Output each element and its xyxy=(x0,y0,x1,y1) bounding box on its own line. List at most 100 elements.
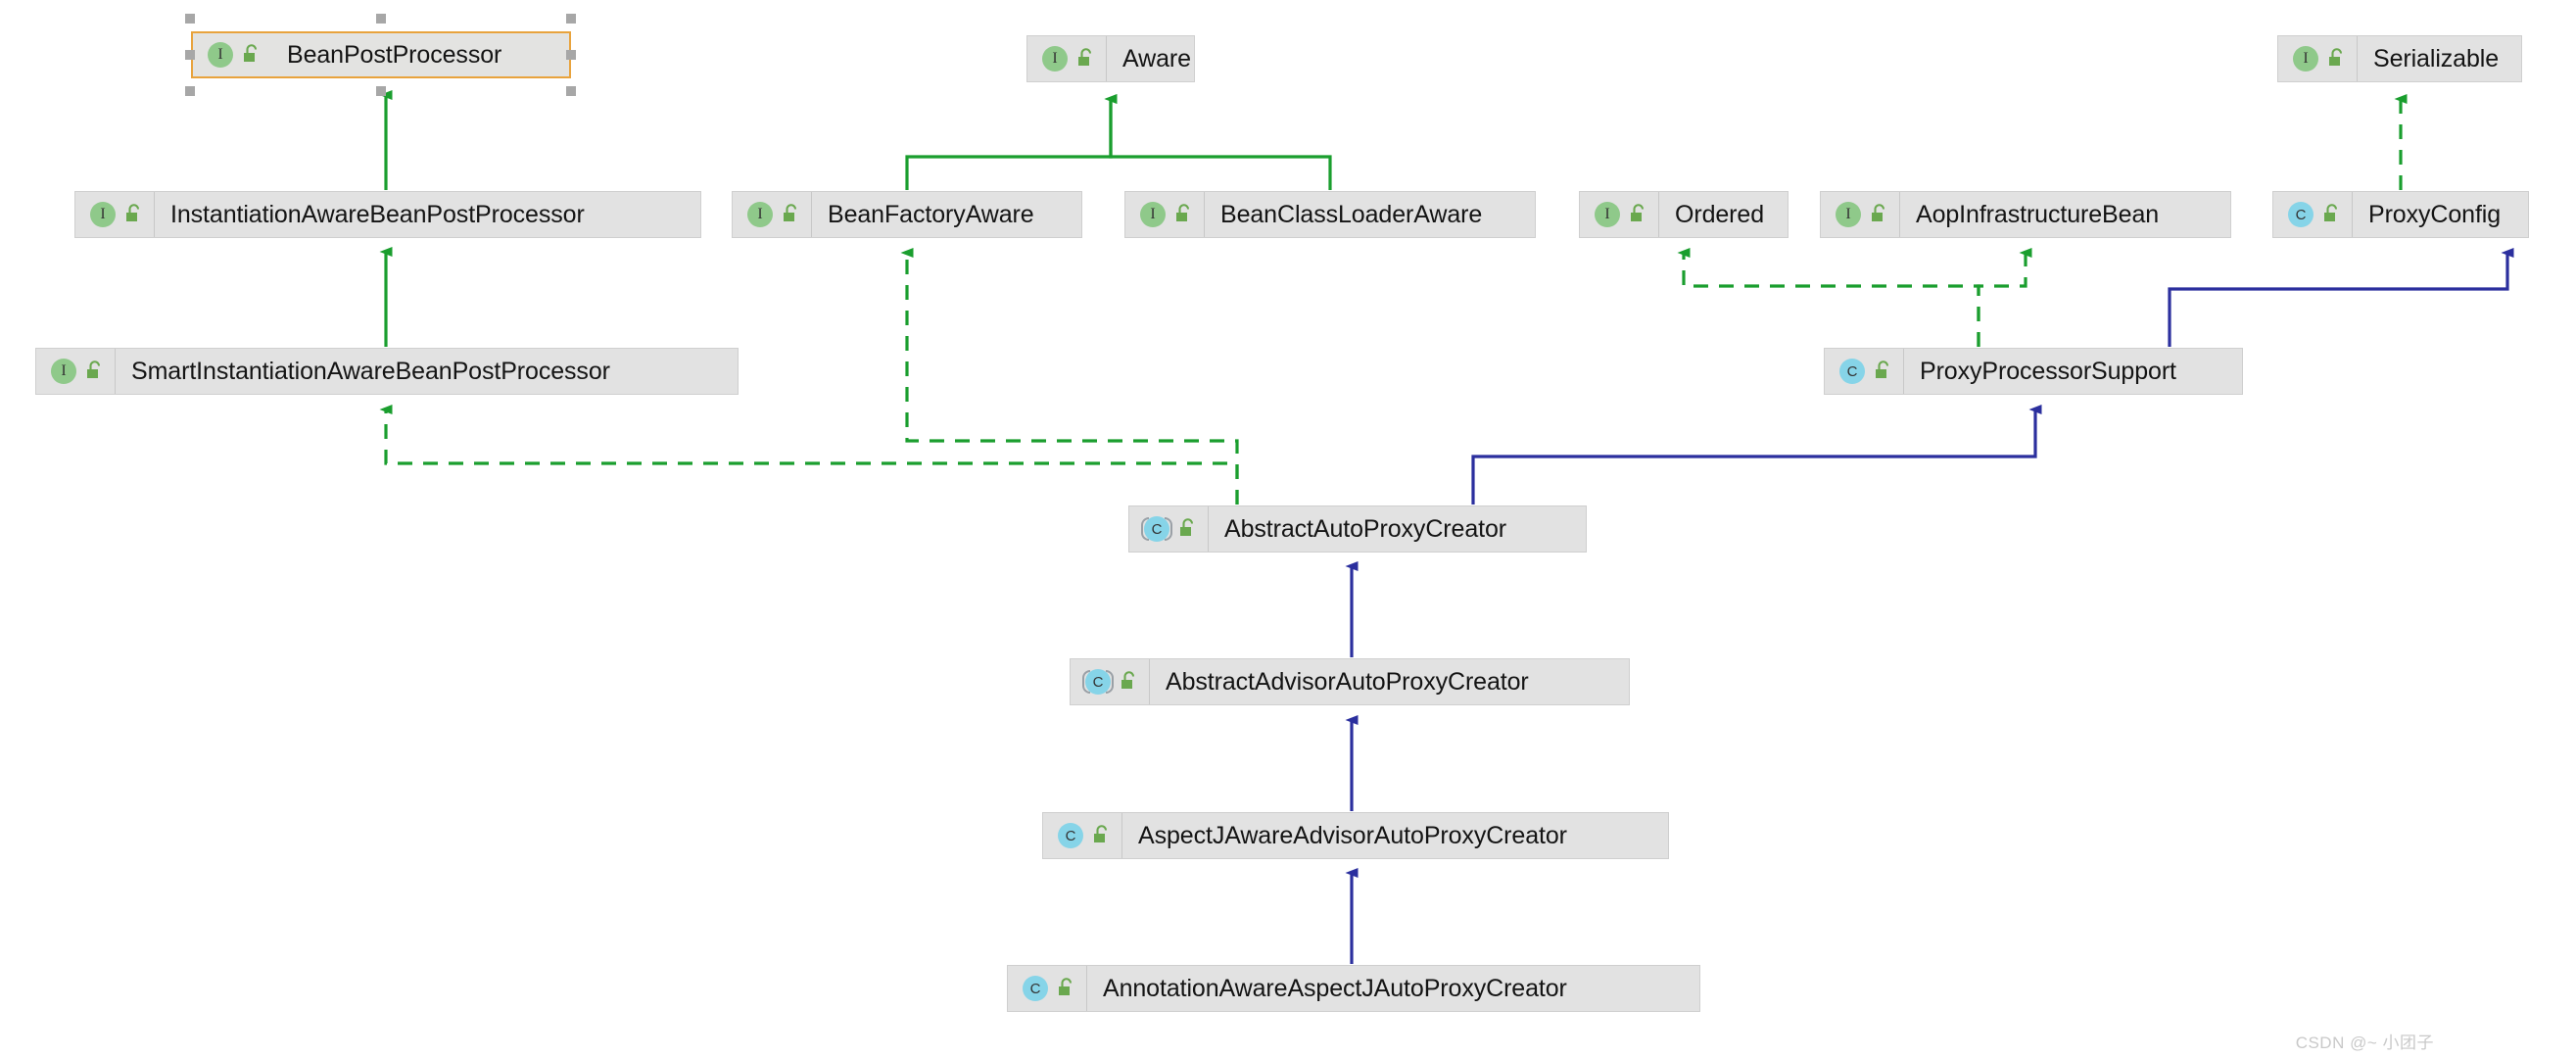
node-icon-group: C xyxy=(2273,192,2353,237)
interface-marker: I xyxy=(208,42,233,68)
unlock-icon xyxy=(1180,518,1194,536)
class-node-serializable[interactable]: I Serializable xyxy=(2277,35,2522,82)
interface-marker: I xyxy=(1836,202,1861,227)
class-node-label: Serializable xyxy=(2373,44,2500,72)
class-diagram-canvas[interactable]: I BeanPostProcessor I Aware I Serializab… xyxy=(0,0,2576,1058)
class-node-proxyprocessorsupport[interactable]: C ProxyProcessorSupport xyxy=(1824,348,2243,395)
unlock-icon xyxy=(1094,825,1108,842)
unlock-icon xyxy=(1176,204,1190,221)
selection-handle-sw[interactable] xyxy=(185,86,195,96)
node-icon-group: C xyxy=(1008,966,1087,1011)
class-node-aware[interactable]: I Aware xyxy=(1026,35,1195,82)
unlock-icon xyxy=(1631,204,1645,221)
class-node-label: BeanFactoryAware xyxy=(828,200,1034,228)
edge-proxyprocessorsupport-to-proxyconfig xyxy=(2168,248,2514,347)
class-node-annotationawareaspectjautoproxycreator[interactable]: C AnnotationAwareAspectJAutoProxyCreator xyxy=(1007,965,1700,1012)
interface-marker: I xyxy=(1595,202,1620,227)
selection-handle-se[interactable] xyxy=(566,86,576,96)
interface-icon: I xyxy=(2289,45,2322,72)
edge-proxyprocessorsupport-to-aopinfrastructurebean xyxy=(1977,248,2032,347)
class-node-label: SmartInstantiationAwareBeanPostProcessor xyxy=(131,357,610,385)
selection-handle-e[interactable] xyxy=(566,50,576,60)
unlock-icon xyxy=(1078,48,1092,66)
edge-abstractautoproxycreator-to-proxyprocessorsupport xyxy=(1471,405,2042,505)
class-marker: C xyxy=(1085,669,1111,695)
class-node-label: AbstractAutoProxyCreator xyxy=(1224,514,1506,543)
class-marker: C xyxy=(1839,359,1865,384)
class-node-beanclassloaderaware[interactable]: I BeanClassLoaderAware xyxy=(1124,191,1536,238)
class-node-aspectjawareadvisorautoproxycreator[interactable]: C AspectJAwareAdvisorAutoProxyCreator xyxy=(1042,812,1669,859)
unlock-icon xyxy=(1059,978,1073,995)
class-node-label: AnnotationAwareAspectJAutoProxyCreator xyxy=(1103,974,1567,1002)
class-node-abstractautoproxycreator[interactable]: C AbstractAutoProxyCreator xyxy=(1128,505,1587,553)
unlock-icon xyxy=(2329,48,2343,66)
selection-handle-w[interactable] xyxy=(185,50,195,60)
class-node-label: InstantiationAwareBeanPostProcessor xyxy=(170,200,585,228)
node-icon-group: I xyxy=(193,33,271,76)
class-node-abstractadvisorautoproxycreator[interactable]: C AbstractAdvisorAutoProxyCreator xyxy=(1070,658,1630,705)
abstract-class-icon: C xyxy=(1081,668,1115,696)
node-icon-group: C xyxy=(1043,813,1122,858)
unlock-icon xyxy=(1872,204,1885,221)
selection-handle-s[interactable] xyxy=(376,86,386,96)
interface-icon: I xyxy=(743,201,777,228)
class-node-ordered[interactable]: I Ordered xyxy=(1579,191,1789,238)
node-icon-group: I xyxy=(1125,192,1205,237)
class-node-label: AspectJAwareAdvisorAutoProxyCreator xyxy=(1138,821,1567,849)
watermark: CSDN @~ 小团子 xyxy=(2295,1034,2434,1052)
interface-icon: I xyxy=(86,201,119,228)
interface-icon: I xyxy=(1832,201,1865,228)
unlock-icon xyxy=(87,361,101,378)
node-icon-group: C xyxy=(1071,659,1150,704)
interface-icon: I xyxy=(204,41,237,69)
unlock-icon xyxy=(784,204,797,221)
edge-abstractautoproxycreator-to-smartinstantiationaware xyxy=(379,405,1239,505)
selection-handle-nw[interactable] xyxy=(185,14,195,24)
abstract-class-icon: C xyxy=(1140,515,1173,543)
class-node-label: ProxyProcessorSupport xyxy=(1920,357,2176,385)
class-marker: C xyxy=(1023,976,1048,1001)
interface-icon: I xyxy=(1038,45,1072,72)
interface-marker: I xyxy=(51,359,76,384)
node-icon-group: I xyxy=(733,192,812,237)
class-node-beanpostprocessor[interactable]: I BeanPostProcessor xyxy=(191,31,571,78)
unlock-icon xyxy=(126,204,140,221)
edge-abstractautoproxycreator-to-beanfactoryaware xyxy=(900,248,1239,505)
class-node-proxyconfig[interactable]: C ProxyConfig xyxy=(2272,191,2529,238)
class-node-label: Aware xyxy=(1122,44,1191,72)
edge-proxyprocessorsupport-to-ordered xyxy=(1677,248,1980,347)
class-node-label: BeanPostProcessor xyxy=(287,40,502,69)
class-marker: C xyxy=(2288,202,2314,227)
node-icon-group: I xyxy=(1821,192,1900,237)
class-marker: C xyxy=(1058,823,1083,848)
class-node-label: ProxyConfig xyxy=(2368,200,2502,228)
node-icon-group: I xyxy=(1027,36,1107,81)
edge-beanclassloaderaware-to-aware xyxy=(1104,94,1332,190)
class-node-beanfactoryaware[interactable]: I BeanFactoryAware xyxy=(732,191,1082,238)
interface-icon: I xyxy=(1591,201,1624,228)
node-icon-group: I xyxy=(2278,36,2358,81)
interface-marker: I xyxy=(1042,46,1068,72)
class-marker: C xyxy=(1144,516,1169,542)
interface-marker: I xyxy=(90,202,116,227)
interface-marker: I xyxy=(747,202,773,227)
class-node-smartinstantiationawarebeanpostprocessor[interactable]: I SmartInstantiationAwareBeanPostProcess… xyxy=(35,348,739,395)
unlock-icon xyxy=(2324,204,2338,221)
edge-beanfactoryaware-to-aware xyxy=(905,94,1118,190)
class-node-instantiationawarebeanpostprocessor[interactable]: I InstantiationAwareBeanPostProcessor xyxy=(74,191,701,238)
class-node-aopinfrastructurebean[interactable]: I AopInfrastructureBean xyxy=(1820,191,2231,238)
class-node-label: AbstractAdvisorAutoProxyCreator xyxy=(1166,667,1529,696)
node-icon-group: I xyxy=(36,349,116,394)
unlock-icon xyxy=(244,44,258,62)
class-node-label: Ordered xyxy=(1675,200,1765,228)
selection-handle-ne[interactable] xyxy=(566,14,576,24)
unlock-icon xyxy=(1876,361,1889,378)
node-icon-group: C xyxy=(1825,349,1904,394)
selection-handle-n[interactable] xyxy=(376,14,386,24)
interface-icon: I xyxy=(1136,201,1169,228)
node-icon-group: I xyxy=(1580,192,1659,237)
interface-icon: I xyxy=(47,358,80,385)
class-icon: C xyxy=(1836,358,1869,385)
unlock-icon xyxy=(1121,671,1135,689)
class-node-label: AopInfrastructureBean xyxy=(1916,200,2160,228)
